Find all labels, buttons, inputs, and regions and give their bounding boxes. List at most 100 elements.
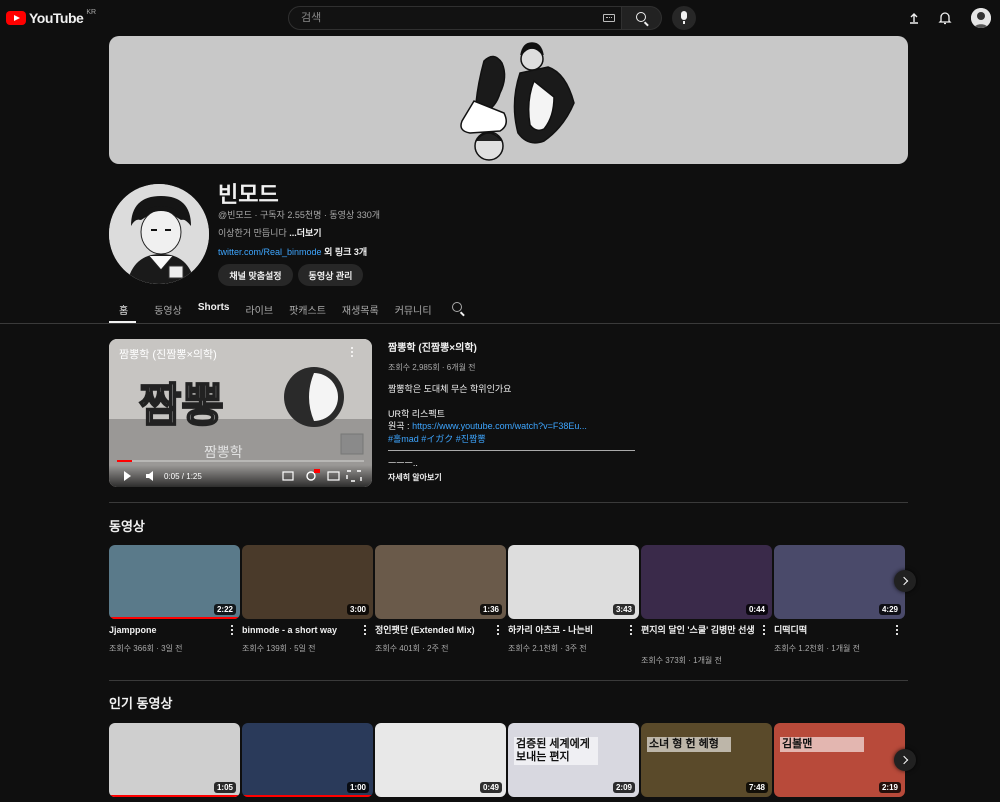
- video-duration: 7:48: [745, 782, 768, 793]
- region-code: KR: [86, 8, 97, 16]
- watched-progress: [109, 795, 240, 797]
- channel-name: 빈모드: [218, 182, 279, 207]
- notifications-button[interactable]: [937, 10, 953, 26]
- video-meta: 조회수 2.1천회 · 3주 전: [508, 644, 587, 653]
- video-title[interactable]: 하카리 아츠코 - 나는비: [508, 624, 628, 636]
- video-meta: 조회수 401회 · 2주 전: [375, 644, 449, 653]
- video-thumbnail[interactable]: 4:29: [774, 545, 905, 619]
- channel-description[interactable]: 이상한거 만듭니다 ...더보기: [218, 226, 322, 239]
- video-more-button[interactable]: [497, 625, 499, 635]
- featured-title[interactable]: 짬뽕학 (진짬뽕×의학): [388, 339, 477, 354]
- featured-meta: 조회수 2,985회 · 6개월 전: [388, 363, 476, 372]
- featured-source-label: 원곡 :: [388, 421, 413, 431]
- featured-more-button[interactable]: [351, 347, 354, 358]
- thumbnail-overlay-text: 김볼맨: [780, 737, 864, 752]
- featured-overlay-title[interactable]: 짬뽕학 (진짬뽕×의학): [119, 346, 217, 362]
- search-input[interactable]: [301, 12, 581, 24]
- tab-podcasts[interactable]: 팟캐스트: [289, 296, 326, 323]
- popular-video-thumbnail[interactable]: 1:05: [109, 723, 240, 797]
- avatar-image: [971, 8, 991, 28]
- account-avatar[interactable]: [971, 8, 991, 28]
- tab-shorts[interactable]: Shorts: [198, 296, 230, 323]
- video-duration: 2:09: [612, 782, 635, 793]
- channel-meta: @빈모드 · 구독자 2.55천명 · 동영상 330개: [218, 210, 381, 220]
- popular-video-thumbnail[interactable]: 0:49: [375, 723, 506, 797]
- video-title[interactable]: Jjamppone: [109, 624, 229, 636]
- popular-video-thumbnail[interactable]: 1:00: [242, 723, 373, 797]
- popular-next-button[interactable]: [894, 749, 916, 771]
- section-divider: [109, 680, 908, 681]
- youtube-logo[interactable]: YouTube KR: [6, 8, 97, 26]
- video-thumbnail[interactable]: 1:36: [375, 545, 506, 619]
- video-more-button[interactable]: [763, 625, 765, 635]
- logo-text: YouTube: [29, 10, 84, 26]
- video-thumbnail[interactable]: 3:43: [508, 545, 639, 619]
- thumbnail-overlay-text: 검증된 세계에게 보내는 편지: [514, 737, 598, 765]
- video-thumbnail[interactable]: 2:22: [109, 545, 240, 619]
- video-more-button[interactable]: [231, 625, 233, 635]
- manage-videos-button[interactable]: 동영상 관리: [298, 264, 363, 286]
- player-control-icons: [124, 469, 362, 482]
- featured-hashtags[interactable]: #홀mad #イガク #진짬뽕: [388, 434, 486, 444]
- channel-search-button[interactable]: [451, 302, 466, 316]
- featured-desc-end: ㅡㅡㅡ..: [388, 458, 418, 468]
- keyboard-icon[interactable]: [603, 14, 615, 22]
- video-title[interactable]: 편지의 달인 '스쿨' 김병만 선생: [641, 624, 761, 636]
- videos-section-title[interactable]: 동영상: [109, 516, 145, 535]
- video-duration: 4:29: [878, 604, 901, 615]
- featured-more-link[interactable]: 자세히 알아보기: [388, 472, 442, 483]
- video-meta: 조회수 139회 · 5일 전: [242, 644, 316, 653]
- tab-playlists[interactable]: 재생목록: [342, 296, 379, 323]
- more-links-count[interactable]: 외 링크 3개: [322, 247, 367, 257]
- video-meta: 조회수 366회 · 3일 전: [109, 644, 183, 653]
- microphone-icon: [681, 11, 687, 24]
- video-duration: 3:00: [346, 604, 369, 615]
- player-progress-bar[interactable]: [117, 460, 364, 462]
- popular-video-thumbnail[interactable]: 검증된 세계에게 보내는 편지 2:09: [508, 723, 639, 797]
- search-icon: [636, 12, 646, 22]
- subtitles-icon: [282, 471, 294, 481]
- popular-section-title[interactable]: 인기 동영상: [109, 693, 172, 712]
- video-more-button[interactable]: [896, 625, 898, 635]
- featured-video-player[interactable]: 짬뽕 짬뽕학 짬뽕학 (진짬뽕×의학) 0:05 / 1:25: [109, 339, 372, 487]
- more-link[interactable]: ...더보기: [289, 228, 321, 238]
- popular-video-thumbnail[interactable]: 소녀 형 헌 헤형 7:48: [641, 723, 772, 797]
- fullscreen-icon: [346, 470, 362, 482]
- channel-avatar: [109, 184, 209, 284]
- svg-text:짬뽕: 짬뽕: [139, 378, 224, 432]
- bell-icon: [938, 12, 952, 25]
- search-button[interactable]: [622, 6, 662, 30]
- video-duration: 1:00: [346, 782, 369, 793]
- featured-source-link[interactable]: https://www.youtube.com/watch?v=F38Eu...: [412, 421, 587, 431]
- channel-tabs: 홈 동영상 Shorts 라이브 팟캐스트 재생목록 커뮤니티: [109, 296, 466, 323]
- video-more-button[interactable]: [364, 625, 366, 635]
- svg-text:짬뽕학: 짬뽕학: [204, 445, 243, 461]
- twitter-link[interactable]: twitter.com/Real_binmode: [218, 247, 322, 257]
- featured-desc-line1: 짬뽕학은 도대체 무슨 학위인가요: [388, 384, 512, 394]
- video-duration: 1:05: [213, 782, 236, 793]
- top-bar: YouTube KR: [0, 0, 1000, 36]
- video-title[interactable]: 정인팻단 (Extended Mix): [375, 624, 495, 636]
- video-title[interactable]: binmode - a short way: [242, 624, 362, 636]
- tab-videos[interactable]: 동영상: [154, 296, 182, 323]
- tab-community[interactable]: 커뮤니티: [395, 296, 432, 323]
- featured-desc-line2: UR학 리스펙트: [388, 408, 445, 419]
- upload-button[interactable]: [906, 10, 922, 26]
- tab-live[interactable]: 라이브: [245, 296, 273, 323]
- tab-home[interactable]: 홈: [109, 296, 137, 323]
- video-thumbnail[interactable]: 0:44: [641, 545, 772, 619]
- video-duration: 3:43: [612, 604, 635, 615]
- video-duration: 0:44: [745, 604, 768, 615]
- videos-next-button[interactable]: [894, 570, 916, 592]
- customize-channel-button[interactable]: 채널 맞춤설정: [218, 264, 293, 286]
- tabs-divider: [0, 323, 1000, 324]
- voice-search-button[interactable]: [672, 6, 696, 30]
- video-title[interactable]: 디떡디떡: [774, 624, 894, 636]
- video-more-button[interactable]: [630, 625, 632, 635]
- featured-desc-rule: [388, 450, 635, 451]
- search-box[interactable]: [288, 6, 622, 30]
- video-meta: 조회수 373회 · 1개월 전: [641, 656, 722, 665]
- popular-video-thumbnail[interactable]: 김볼맨 2:19: [774, 723, 905, 797]
- youtube-logo-icon: [6, 11, 26, 25]
- video-thumbnail[interactable]: 3:00: [242, 545, 373, 619]
